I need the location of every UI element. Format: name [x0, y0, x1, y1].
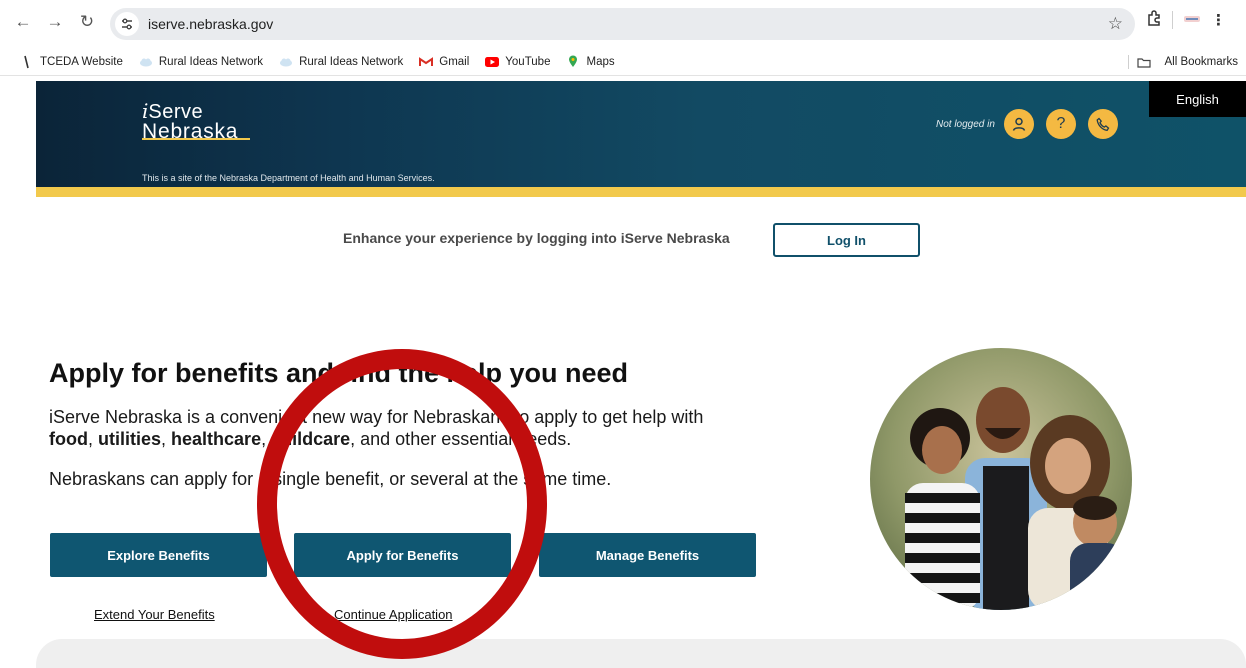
bookmark-label: Rural Ideas Network — [158, 55, 264, 68]
manage-benefits-button[interactable]: Manage Benefits — [539, 533, 756, 577]
benefit-healthcare: healthcare — [171, 429, 262, 449]
profile-icon[interactable] — [1183, 12, 1201, 29]
gmail-icon — [419, 56, 434, 68]
browser-toolbar: ← → ↻ iserve.nebraska.gov ☆ ⋮ — [0, 0, 1246, 48]
cloud-icon — [139, 56, 153, 68]
account-icon[interactable] — [1004, 109, 1034, 139]
phone-icon[interactable] — [1088, 109, 1118, 139]
logo-underline — [142, 138, 250, 140]
youtube-icon — [485, 56, 500, 68]
bookmark-label: TCEDA Website — [40, 55, 123, 68]
log-in-button[interactable]: Log In — [773, 223, 920, 257]
browser-menu-icon[interactable]: ⋮ — [1211, 11, 1226, 29]
bookmark-rural-ideas-1[interactable]: Rural Ideas Network — [139, 56, 263, 68]
benefit-utilities: utilities — [98, 429, 162, 449]
bookmark-label: Rural Ideas Network — [299, 55, 404, 68]
bookmark-label: Maps — [586, 55, 615, 68]
maps-icon — [566, 55, 580, 68]
bottom-panel — [36, 639, 1246, 668]
cloud-icon — [279, 56, 293, 68]
explore-benefits-button[interactable]: Explore Benefits — [50, 533, 267, 577]
bookmark-label: Gmail — [439, 55, 470, 68]
bookmark-rural-ideas-2[interactable]: Rural Ideas Network — [279, 56, 403, 68]
bookmarks-bar: TCEDA Website Rural Ideas Network Rural … — [0, 48, 1246, 76]
login-status: Not logged in — [936, 119, 995, 130]
site-settings-icon[interactable] — [115, 12, 139, 36]
bookmark-gmail[interactable]: Gmail — [419, 56, 469, 68]
back-icon[interactable]: ← — [10, 9, 36, 35]
pin-icon — [20, 55, 34, 68]
header-accent-bar — [36, 187, 1246, 197]
forward-icon[interactable]: → — [42, 9, 68, 35]
bookmark-star-icon[interactable]: ☆ — [1108, 14, 1123, 34]
url-text[interactable]: iserve.nebraska.gov — [148, 16, 273, 32]
bookmarks-divider — [1127, 55, 1129, 69]
address-bar[interactable]: iserve.nebraska.gov ☆ — [110, 8, 1135, 40]
help-icon[interactable]: ? — [1046, 109, 1076, 139]
site-tagline: This is a site of the Nebraska Departmen… — [142, 173, 435, 183]
benefit-food: food — [49, 429, 88, 449]
extend-benefits-link[interactable]: Extend Your Benefits — [94, 607, 215, 622]
bookmark-tceda[interactable]: TCEDA Website — [20, 55, 123, 68]
logo-state: Nebraska — [142, 120, 239, 143]
folder-icon — [1136, 56, 1151, 68]
language-selector[interactable]: English — [1149, 81, 1246, 117]
login-prompt-text: Enhance your experience by logging into … — [343, 230, 730, 246]
extensions-icon[interactable] — [1146, 10, 1162, 30]
bookmark-label: YouTube — [505, 55, 551, 68]
toolbar-divider — [1172, 11, 1173, 29]
site-header: iServe Nebraska This is a site of the Ne… — [36, 81, 1246, 187]
highlight-circle — [257, 349, 547, 659]
reload-icon[interactable]: ↻ — [74, 9, 100, 35]
all-bookmarks-link[interactable]: All Bookmarks — [1165, 56, 1239, 68]
family-photo — [870, 348, 1132, 610]
bookmark-maps[interactable]: Maps — [566, 55, 615, 68]
bookmark-youtube[interactable]: YouTube — [485, 56, 550, 68]
